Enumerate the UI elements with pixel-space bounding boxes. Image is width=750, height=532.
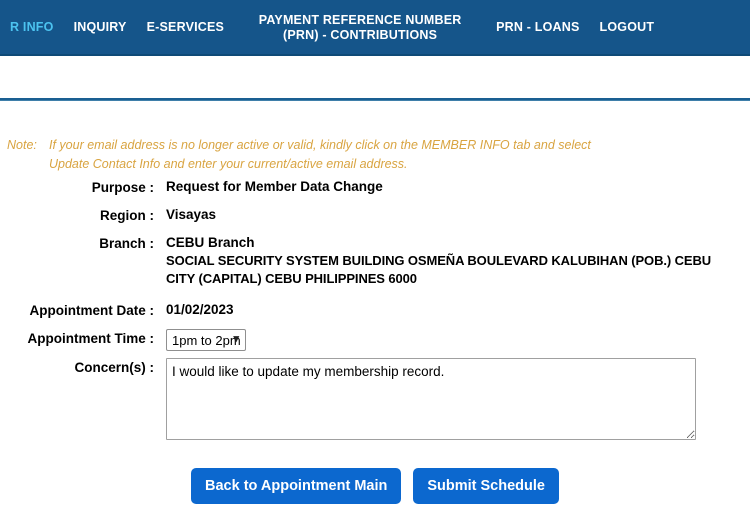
nav-item-inquiry[interactable]: INQUIRY <box>64 20 137 35</box>
purpose-label: Purpose : <box>91 180 154 195</box>
header-divider-shadow <box>0 100 750 101</box>
row-appointment-time: Appointment Time : 1pm to 2pm ▾ <box>0 329 750 351</box>
appointment-time-select-wrap: 1pm to 2pm ▾ <box>166 329 246 351</box>
back-to-appointment-main-button[interactable]: Back to Appointment Main <box>191 468 402 504</box>
appointment-date-value: 01/02/2023 <box>166 302 234 317</box>
region-label: Region : <box>100 208 154 223</box>
appointment-summary-form: Purpose : Request for Member Data Change… <box>0 178 750 454</box>
note-text: If your email address is no longer activ… <box>49 138 591 171</box>
purpose-value: Request for Member Data Change <box>166 179 383 194</box>
row-region: Region : Visayas <box>0 206 750 225</box>
navbar-bottom-border <box>0 54 750 56</box>
concerns-textarea[interactable] <box>166 358 696 440</box>
branch-value-group: CEBU Branch SOCIAL SECURITY SYSTEM BUILD… <box>154 234 750 288</box>
appointment-time-label: Appointment Time : <box>27 331 155 346</box>
appointment-time-select[interactable]: 1pm to 2pm <box>166 329 246 351</box>
branch-label: Branch : <box>99 236 154 251</box>
appointment-date-label: Appointment Date : <box>29 303 155 318</box>
nav-item-prn-contributions[interactable]: PAYMENT REFERENCE NUMBER (PRN) - CONTRIB… <box>234 13 486 43</box>
form-action-bar: Back to Appointment Main Submit Schedule <box>0 468 750 504</box>
submit-schedule-button[interactable]: Submit Schedule <box>413 468 559 504</box>
concerns-value <box>154 358 750 445</box>
appointment-time-value: 1pm to 2pm ▾ <box>154 329 750 351</box>
nav-item-logout[interactable]: LOGOUT <box>590 20 665 35</box>
row-concerns: Concern(s) : <box>0 358 750 445</box>
nav-item-prn-loans[interactable]: PRN - LOANS <box>486 20 589 35</box>
concerns-label: Concern(s) : <box>74 360 154 375</box>
region-value: Visayas <box>166 207 217 222</box>
branch-address: SOCIAL SECURITY SYSTEM BUILDING OSMEÑA B… <box>166 253 712 286</box>
main-navigation: R INFO INQUIRY E-SERVICES PAYMENT REFERE… <box>0 0 750 55</box>
nav-item-e-services[interactable]: E-SERVICES <box>137 20 235 35</box>
note-label: Note: <box>7 138 37 152</box>
row-branch: Branch : CEBU Branch SOCIAL SECURITY SYS… <box>0 234 750 288</box>
row-purpose: Purpose : Request for Member Data Change <box>0 178 750 197</box>
note-message: Note: If your email address is no longer … <box>7 136 647 174</box>
branch-name: CEBU Branch <box>166 235 255 250</box>
nav-item-member-info[interactable]: R INFO <box>0 20 64 35</box>
row-appointment-date: Appointment Date : 01/02/2023 <box>0 301 750 320</box>
